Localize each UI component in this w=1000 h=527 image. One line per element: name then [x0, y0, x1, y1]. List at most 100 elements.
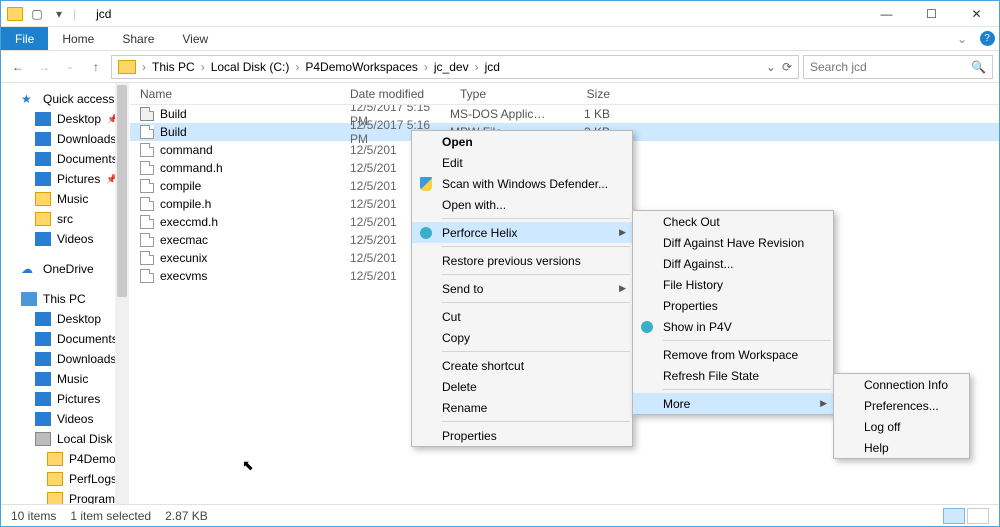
qat-dropdown-icon[interactable]: ▾: [51, 6, 67, 22]
menu-item[interactable]: Cut: [412, 306, 632, 327]
search-input[interactable]: Search jcd 🔍: [803, 55, 993, 79]
sidebar-item[interactable]: Music: [1, 189, 129, 209]
menu-item[interactable]: Diff Against Have Revision: [633, 232, 833, 253]
menu-item[interactable]: Edit: [412, 152, 632, 173]
menu-item[interactable]: Remove from Workspace: [633, 344, 833, 365]
music-icon: [35, 372, 51, 386]
back-button[interactable]: ←: [7, 56, 29, 78]
sidebar-item[interactable]: P4DemoWorks: [1, 449, 129, 469]
tab-home[interactable]: Home: [48, 27, 108, 50]
sidebar-item[interactable]: Documents: [1, 329, 129, 349]
search-placeholder: Search jcd: [810, 60, 867, 74]
file-row[interactable]: Build12/5/2017 5:15 PMMS-DOS Applicati..…: [130, 105, 999, 123]
file-name: Build: [160, 107, 350, 121]
menu-item[interactable]: Open with...: [412, 194, 632, 215]
nav-scrollbar[interactable]: [115, 83, 129, 520]
sidebar-item[interactable]: Downloads: [1, 349, 129, 369]
recent-dropdown[interactable]: ⌄: [59, 56, 81, 78]
sidebar-item[interactable]: Local Disk (C:): [1, 429, 129, 449]
status-bar: 10 items 1 item selected 2.87 KB: [1, 504, 999, 526]
this-pc[interactable]: This PC: [1, 289, 129, 309]
menu-item[interactable]: Restore previous versions: [412, 250, 632, 271]
crumb[interactable]: jc_dev: [430, 60, 473, 74]
icons-view-button[interactable]: [967, 508, 989, 524]
file-icon: [140, 269, 154, 283]
menu-item[interactable]: Rename: [412, 397, 632, 418]
sidebar-item[interactable]: PerfLogs: [1, 469, 129, 489]
menu-item[interactable]: Perforce Helix▶: [412, 222, 632, 243]
pictures-icon: [35, 172, 51, 186]
sidebar-item[interactable]: Videos: [1, 409, 129, 429]
sidebar-item[interactable]: Pictures📌: [1, 169, 129, 189]
menu-item[interactable]: Connection Info: [834, 374, 969, 395]
file-icon: [140, 233, 154, 247]
sidebar-item[interactable]: Desktop📌: [1, 109, 129, 129]
menu-item[interactable]: Diff Against...: [633, 253, 833, 274]
properties-icon[interactable]: ▢: [29, 6, 45, 22]
ribbon-expand-icon[interactable]: ⌄: [949, 27, 975, 50]
file-icon: [140, 215, 154, 229]
sidebar-item[interactable]: Downloads📌: [1, 129, 129, 149]
sidebar-item[interactable]: Pictures: [1, 389, 129, 409]
tab-view[interactable]: View: [168, 27, 222, 50]
menu-item[interactable]: Create shortcut: [412, 355, 632, 376]
breadcrumb[interactable]: › This PC› Local Disk (C:)› P4DemoWorksp…: [111, 55, 799, 79]
menu-item[interactable]: Send to▶: [412, 278, 632, 299]
col-name[interactable]: Name: [130, 87, 350, 101]
crumb[interactable]: jcd: [481, 60, 504, 74]
menu-item[interactable]: Check Out: [633, 211, 833, 232]
more-submenu: Connection Info Preferences... Log off Help: [833, 373, 970, 459]
crumb[interactable]: This PC: [148, 60, 199, 74]
desktop-icon: [35, 112, 51, 126]
maximize-button[interactable]: ☐: [909, 1, 954, 27]
selection-size: 2.87 KB: [165, 509, 208, 523]
col-type[interactable]: Type: [450, 87, 550, 101]
sidebar-item[interactable]: src: [1, 209, 129, 229]
onedrive[interactable]: ☁OneDrive: [1, 259, 129, 279]
menu-item[interactable]: Log off: [834, 416, 969, 437]
menu-item[interactable]: File History: [633, 274, 833, 295]
address-dropdown-icon[interactable]: ⌄: [766, 60, 776, 74]
menu-label: Remove from Workspace: [663, 348, 798, 362]
menu-item[interactable]: Open: [412, 131, 632, 152]
col-date[interactable]: Date modified: [350, 87, 450, 101]
menu-item[interactable]: Help: [834, 437, 969, 458]
menu-item[interactable]: More▶: [633, 393, 833, 414]
menu-label: Log off: [864, 420, 900, 434]
file-type: MS-DOS Applicati...: [450, 107, 550, 121]
menu-item[interactable]: Properties: [412, 425, 632, 446]
help-button[interactable]: ?: [975, 27, 999, 50]
menu-item[interactable]: Copy: [412, 327, 632, 348]
col-size[interactable]: Size: [550, 87, 620, 101]
menu-item[interactable]: Delete: [412, 376, 632, 397]
menu-item[interactable]: Refresh File State: [633, 365, 833, 386]
sidebar-item[interactable]: Desktop: [1, 309, 129, 329]
separator: |: [73, 7, 76, 21]
close-button[interactable]: ✕: [954, 1, 999, 27]
up-button[interactable]: ↑: [85, 56, 107, 78]
file-name: execcmd.h: [160, 215, 350, 229]
submenu-arrow-icon: ▶: [619, 227, 626, 238]
pc-icon: [21, 292, 37, 306]
tab-share[interactable]: Share: [108, 27, 168, 50]
menu-label: Connection Info: [864, 378, 948, 392]
forward-button[interactable]: →: [33, 56, 55, 78]
helix-submenu: Check OutDiff Against Have RevisionDiff …: [632, 210, 834, 415]
menu-label: Scan with Windows Defender...: [442, 177, 608, 191]
minimize-button[interactable]: —: [864, 1, 909, 27]
quick-access[interactable]: ★Quick access: [1, 89, 129, 109]
menu-item[interactable]: Show in P4V: [633, 316, 833, 337]
details-view-button[interactable]: [943, 508, 965, 524]
crumb[interactable]: P4DemoWorkspaces: [301, 60, 422, 74]
menu-item[interactable]: Preferences...: [834, 395, 969, 416]
scrollbar-thumb[interactable]: [117, 85, 127, 297]
menu-item[interactable]: Properties: [633, 295, 833, 316]
menu-item[interactable]: Scan with Windows Defender...: [412, 173, 632, 194]
sidebar-item[interactable]: Music: [1, 369, 129, 389]
crumb[interactable]: Local Disk (C:): [207, 60, 294, 74]
tab-file[interactable]: File: [1, 27, 48, 50]
sidebar-item[interactable]: Videos: [1, 229, 129, 249]
menu-label: Edit: [442, 156, 463, 170]
refresh-icon[interactable]: ⟳: [782, 60, 792, 74]
sidebar-item[interactable]: Documents📌: [1, 149, 129, 169]
